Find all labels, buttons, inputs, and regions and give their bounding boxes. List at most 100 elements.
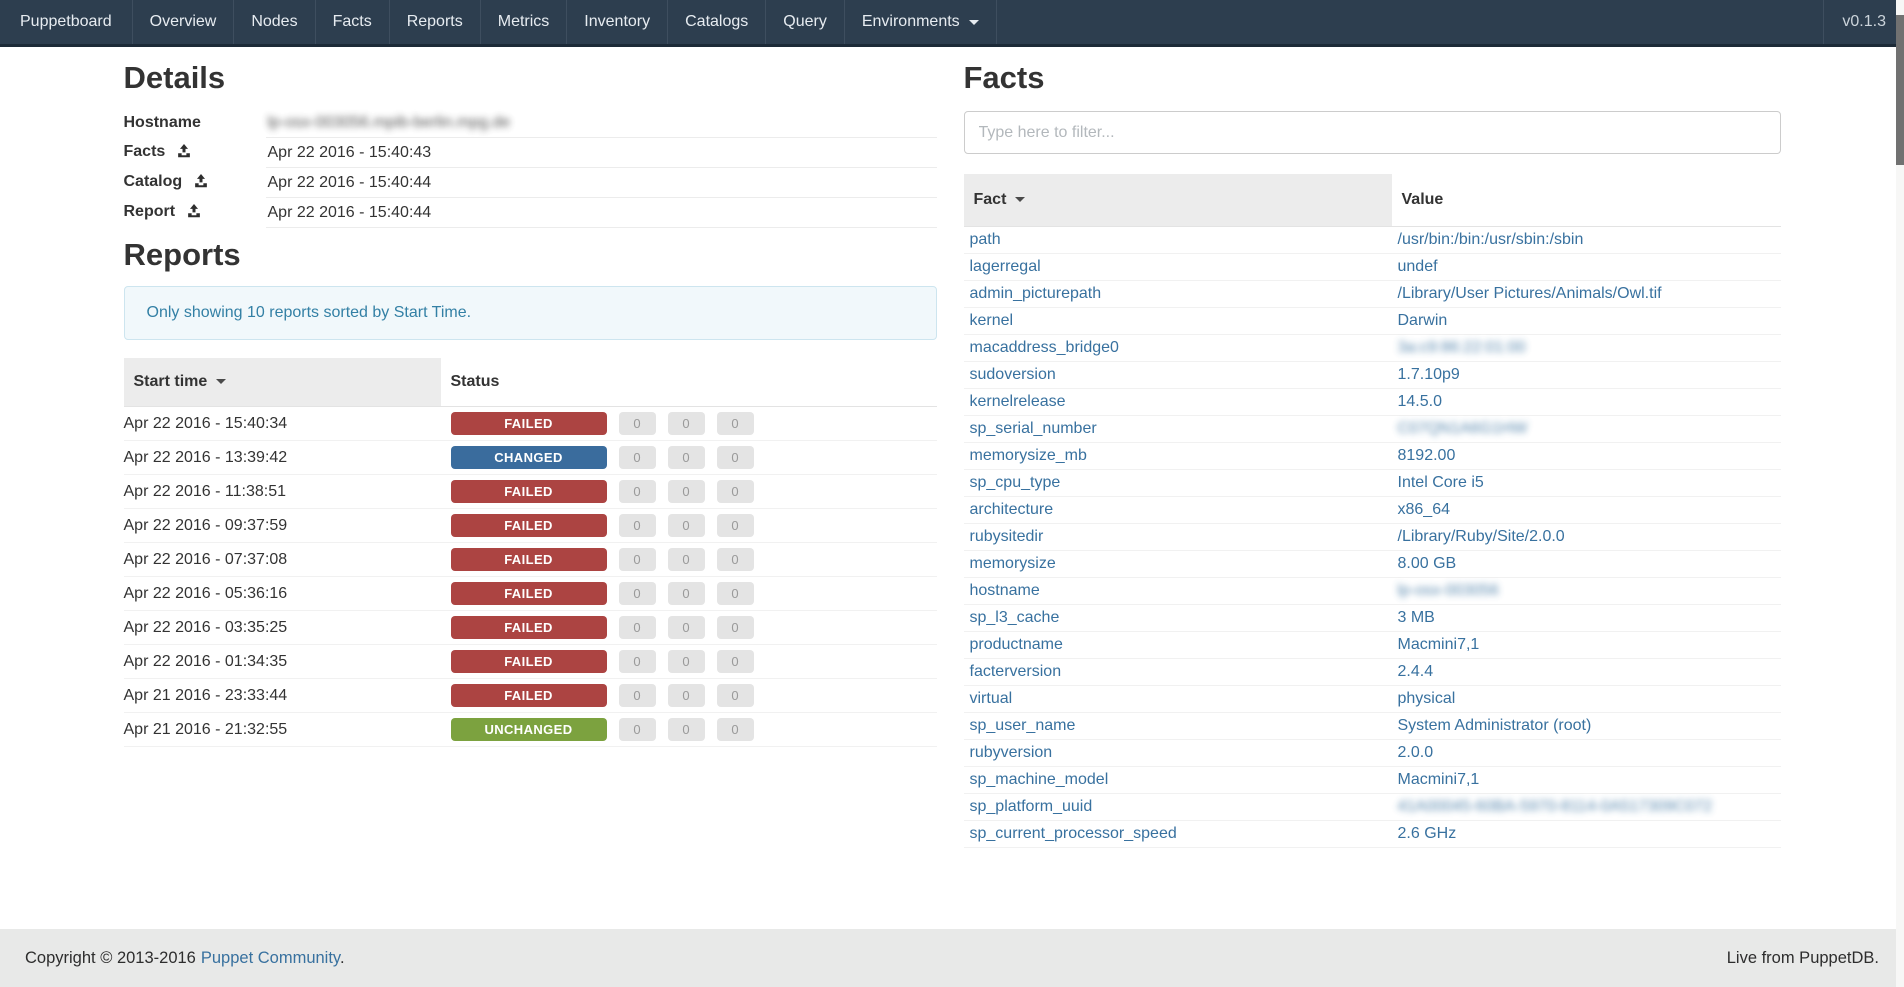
puppet-community-link[interactable]: Puppet Community — [201, 949, 340, 967]
nav-item[interactable]: Inventory — [567, 0, 668, 44]
fact-value-link[interactable]: /usr/bin:/bin:/usr/sbin:/sbin — [1398, 231, 1584, 248]
fact-name-link[interactable]: sp_serial_number — [970, 420, 1097, 437]
fact-row: sp_serial_number C07QN1A6G1HW — [964, 416, 1781, 443]
report-start-time: Apr 22 2016 - 03:35:25 — [124, 611, 441, 645]
reports-info-alert: Only showing 10 reports sorted by Start … — [124, 286, 937, 340]
fact-row: path /usr/bin:/bin:/usr/sbin:/sbin — [964, 227, 1781, 254]
fact-name-link[interactable]: sp_cpu_type — [970, 474, 1061, 491]
detail-value: lp-osx-003056.mpib-berlin.mpg.de — [268, 114, 511, 131]
fact-value-link[interactable]: x86_64 — [1398, 501, 1451, 518]
fact-name-link[interactable]: path — [970, 231, 1001, 248]
fact-value-link[interactable]: 1.7.10p9 — [1398, 366, 1460, 383]
fact-value-link[interactable]: 2.4.4 — [1398, 663, 1434, 680]
fact-name-link[interactable]: virtual — [970, 690, 1013, 707]
fact-value-link[interactable]: 2.0.0 — [1398, 744, 1434, 761]
fact-name-link[interactable]: productname — [970, 636, 1063, 653]
detail-row: Facts Apr 22 2016 - 15:40:43 — [124, 138, 937, 168]
fact-value-link[interactable]: C07QN1A6G1HW — [1398, 420, 1528, 437]
report-start-time: Apr 22 2016 - 01:34:35 — [124, 645, 441, 679]
fact-name-link[interactable]: macaddress_bridge0 — [970, 339, 1119, 356]
count-badge: 0 — [717, 548, 754, 571]
fact-value-link[interactable]: lp-osx-003056 — [1398, 582, 1499, 599]
status-badge: UNCHANGED — [451, 718, 607, 741]
nav-item[interactable]: Overview — [133, 0, 235, 44]
copyright-period: . — [340, 949, 345, 967]
scrollbar-thumb[interactable] — [1896, 15, 1904, 165]
fact-name-link[interactable]: sp_l3_cache — [970, 609, 1060, 626]
fact-value-link[interactable]: /Library/Ruby/Site/2.0.0 — [1398, 528, 1565, 545]
fact-name-link[interactable]: sp_current_processor_speed — [970, 825, 1177, 842]
fact-value-link[interactable]: physical — [1398, 690, 1456, 707]
fact-name-link[interactable]: rubysitedir — [970, 528, 1044, 545]
fact-value-link[interactable]: 14.5.0 — [1398, 393, 1442, 410]
fact-name-link[interactable]: facterversion — [970, 663, 1062, 680]
fact-value-link[interactable]: Darwin — [1398, 312, 1448, 329]
fact-value-link[interactable]: 2.6 GHz — [1398, 825, 1457, 842]
detail-label: Facts — [124, 143, 166, 160]
nav-item[interactable]: Query — [766, 0, 845, 44]
facts-sort-header-fact[interactable]: Fact — [964, 174, 1392, 227]
count-badge: 0 — [668, 684, 705, 707]
detail-value: Apr 22 2016 - 15:40:43 — [268, 144, 432, 161]
fact-value-link[interactable]: Macmini7,1 — [1398, 636, 1480, 653]
fact-value-link[interactable]: Intel Core i5 — [1398, 474, 1484, 491]
detail-label: Report — [124, 203, 176, 220]
fact-name-link[interactable]: kernel — [970, 312, 1014, 329]
fact-name-link[interactable]: sp_machine_model — [970, 771, 1109, 788]
fact-row: virtual physical — [964, 686, 1781, 713]
navbar-brand[interactable]: Puppetboard — [0, 0, 133, 44]
scrollbar[interactable] — [1896, 0, 1904, 987]
nav-item[interactable]: Facts — [316, 0, 390, 44]
fact-name-link[interactable]: sp_user_name — [970, 717, 1076, 734]
fact-name-link[interactable]: rubyversion — [970, 744, 1053, 761]
fact-name-link[interactable]: sudoversion — [970, 366, 1056, 383]
fact-name-link[interactable]: memorysize_mb — [970, 447, 1087, 464]
fact-value-link[interactable]: System Administrator (root) — [1398, 717, 1592, 734]
fact-value-link[interactable]: Macmini7,1 — [1398, 771, 1480, 788]
nav-item[interactable]: Reports — [390, 0, 481, 44]
count-badge: 0 — [668, 718, 705, 741]
report-start-time: Apr 22 2016 - 07:37:08 — [124, 543, 441, 577]
count-badge: 0 — [619, 582, 656, 605]
fact-value-link[interactable]: 3 MB — [1398, 609, 1435, 626]
reports-sort-header-start-time[interactable]: Start time — [124, 358, 441, 407]
report-row: Apr 22 2016 - 13:39:42 CHANGED000 — [124, 441, 937, 475]
fact-name-link[interactable]: admin_picturepath — [970, 285, 1102, 302]
fact-name-link[interactable]: sp_platform_uuid — [970, 798, 1093, 815]
report-row: Apr 22 2016 - 03:35:25 FAILED000 — [124, 611, 937, 645]
nav-item[interactable]: Nodes — [234, 0, 315, 44]
facts-filter-input[interactable] — [964, 111, 1781, 154]
fact-name-link[interactable]: hostname — [970, 582, 1040, 599]
fact-name-link[interactable]: architecture — [970, 501, 1054, 518]
nav-item[interactable]: Catalogs — [668, 0, 766, 44]
count-badge: 0 — [668, 548, 705, 571]
fact-row: architecture x86_64 — [964, 497, 1781, 524]
status-badge: FAILED — [451, 650, 607, 673]
fact-name-link[interactable]: lagerregal — [970, 258, 1041, 275]
nav-item-environments-dropdown[interactable]: Environments — [845, 0, 997, 44]
upload-icon[interactable] — [177, 144, 191, 163]
status-badge: FAILED — [451, 412, 607, 435]
details-title: Details — [124, 61, 937, 95]
footer-live-status: Live from PuppetDB. — [1727, 949, 1879, 968]
fact-row: rubysitedir /Library/Ruby/Site/2.0.0 — [964, 524, 1781, 551]
environments-label: Environments — [862, 13, 960, 31]
report-row: Apr 22 2016 - 11:38:51 FAILED000 — [124, 475, 937, 509]
upload-icon[interactable] — [194, 174, 208, 193]
fact-value-link[interactable]: 8.00 GB — [1398, 555, 1457, 572]
fact-value-link[interactable]: undef — [1398, 258, 1438, 275]
fact-value-link[interactable]: 8192.00 — [1398, 447, 1456, 464]
fact-value-link[interactable]: /Library/User Pictures/Animals/Owl.tif — [1398, 285, 1662, 302]
fact-value-link[interactable]: 41A00045-60BA-5970-8114-0A517309C072 — [1398, 798, 1713, 815]
report-start-time: Apr 22 2016 - 09:37:59 — [124, 509, 441, 543]
nav-item[interactable]: Metrics — [481, 0, 568, 44]
reports-header-status: Status — [441, 358, 937, 407]
count-badge: 0 — [717, 616, 754, 639]
fact-name-link[interactable]: kernelrelease — [970, 393, 1066, 410]
fact-row: macaddress_bridge0 3a:c9:86:22:01:00 — [964, 335, 1781, 362]
fact-name-link[interactable]: memorysize — [970, 555, 1056, 572]
detail-label: Catalog — [124, 173, 183, 190]
fact-value-link[interactable]: 3a:c9:86:22:01:00 — [1398, 339, 1526, 356]
count-badge: 0 — [668, 446, 705, 469]
upload-icon[interactable] — [187, 204, 201, 223]
